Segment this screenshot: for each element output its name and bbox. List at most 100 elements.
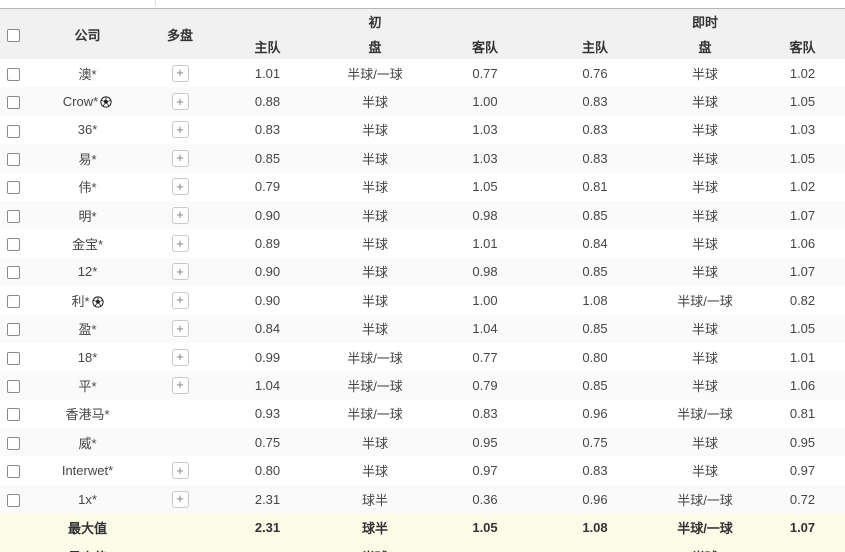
live-home-odds: 0.76 bbox=[540, 59, 650, 87]
row-checkbox[interactable] bbox=[7, 408, 20, 421]
company-cell: 明* bbox=[30, 201, 145, 229]
expand-odds-button[interactable]: + bbox=[172, 121, 189, 138]
initial-handicap: 半球 bbox=[320, 116, 430, 144]
row-checkbox-cell bbox=[0, 400, 30, 428]
company-name[interactable]: 威* bbox=[78, 433, 96, 452]
company-name[interactable]: 36* bbox=[78, 122, 98, 137]
live-away-odds: 0.72 bbox=[760, 485, 845, 513]
row-checkbox[interactable] bbox=[7, 181, 20, 194]
initial-home-odds bbox=[215, 542, 320, 552]
row-checkbox[interactable] bbox=[7, 295, 20, 308]
live-away-odds: 0.81 bbox=[760, 400, 845, 428]
live-home-odds: 0.85 bbox=[540, 258, 650, 286]
header-spacer bbox=[430, 9, 540, 35]
live-home-odds: 0.83 bbox=[540, 456, 650, 484]
live-handicap: 半球 bbox=[650, 144, 760, 172]
expand-odds-button[interactable]: + bbox=[172, 93, 189, 110]
initial-away-odds: 0.83 bbox=[430, 400, 540, 428]
initial-home-odds: 0.84 bbox=[215, 315, 320, 343]
row-checkbox[interactable] bbox=[7, 68, 20, 81]
live-away-odds: 1.05 bbox=[760, 315, 845, 343]
row-checkbox[interactable] bbox=[7, 96, 20, 109]
live-away-odds: 1.05 bbox=[760, 87, 845, 115]
summary-empty-cell bbox=[0, 513, 30, 542]
column-header-multi-odds: 多盘 bbox=[145, 9, 215, 60]
company-name[interactable]: 18* bbox=[78, 350, 98, 365]
company-name[interactable]: 金宝* bbox=[72, 234, 103, 253]
company-cell: 12* bbox=[30, 258, 145, 286]
multi-odds-cell: + bbox=[145, 87, 215, 115]
row-checkbox[interactable] bbox=[7, 266, 20, 279]
row-checkbox[interactable] bbox=[7, 437, 20, 450]
expand-odds-button[interactable]: + bbox=[172, 320, 189, 337]
live-home-odds: 0.96 bbox=[540, 485, 650, 513]
expand-odds-button[interactable]: + bbox=[172, 462, 189, 479]
live-away-odds: 1.06 bbox=[760, 371, 845, 399]
live-away-odds bbox=[760, 542, 845, 552]
expand-odds-button[interactable]: + bbox=[172, 263, 189, 280]
expand-odds-button[interactable]: + bbox=[172, 235, 189, 252]
row-checkbox[interactable] bbox=[7, 238, 20, 251]
company-name[interactable]: 利* bbox=[71, 291, 89, 310]
summary-row: 最大值 2.31 球半 1.05 1.08 半球/一球 1.07 bbox=[0, 513, 845, 542]
expand-odds-button[interactable]: + bbox=[172, 292, 189, 309]
company-name[interactable]: Crow* bbox=[63, 94, 98, 109]
row-checkbox[interactable] bbox=[7, 494, 20, 507]
summary-label: 最小值 bbox=[30, 542, 145, 552]
row-checkbox[interactable] bbox=[7, 352, 20, 365]
soccer-icon bbox=[92, 296, 104, 308]
company-cell: Interwet* bbox=[30, 456, 145, 484]
company-name[interactable]: 平* bbox=[78, 376, 96, 395]
plus-icon: + bbox=[176, 65, 184, 80]
row-checkbox[interactable] bbox=[7, 323, 20, 336]
live-home-odds: 0.85 bbox=[540, 315, 650, 343]
initial-away-odds: 1.03 bbox=[430, 116, 540, 144]
company-cell: 1x* bbox=[30, 485, 145, 513]
summary-label: 最大值 bbox=[30, 513, 145, 542]
live-away-odds: 0.97 bbox=[760, 456, 845, 484]
company-name[interactable]: 1x* bbox=[78, 492, 97, 507]
company-name[interactable]: 明* bbox=[78, 206, 96, 225]
row-checkbox[interactable] bbox=[7, 210, 20, 223]
table-row: 12* + 0.90 半球 0.98 0.85 半球 1.07 bbox=[0, 258, 845, 286]
row-checkbox[interactable] bbox=[7, 465, 20, 478]
expand-odds-button[interactable]: + bbox=[172, 178, 189, 195]
expand-odds-button[interactable]: + bbox=[172, 150, 189, 167]
company-name[interactable]: 盈* bbox=[78, 319, 96, 338]
expand-odds-button[interactable]: + bbox=[172, 377, 189, 394]
initial-home-odds: 0.99 bbox=[215, 343, 320, 371]
company-name[interactable]: 伟* bbox=[78, 177, 96, 196]
table-row: 36* + 0.83 半球 1.03 0.83 半球 1.03 bbox=[0, 116, 845, 144]
initial-home-odds: 0.83 bbox=[215, 116, 320, 144]
expand-odds-button[interactable]: + bbox=[172, 207, 189, 224]
row-checkbox[interactable] bbox=[7, 153, 20, 166]
initial-away-odds: 1.00 bbox=[430, 87, 540, 115]
initial-handicap: 半球/一球 bbox=[320, 343, 430, 371]
initial-away-odds: 0.95 bbox=[430, 428, 540, 456]
live-away-odds: 1.07 bbox=[760, 201, 845, 229]
live-handicap: 半球 bbox=[650, 173, 760, 201]
soccer-icon bbox=[100, 96, 112, 108]
column-header-initial-away: 客队 bbox=[430, 34, 540, 59]
live-home-odds: 0.80 bbox=[540, 343, 650, 371]
multi-odds-cell: + bbox=[145, 286, 215, 314]
company-cell: 盈* bbox=[30, 315, 145, 343]
company-name[interactable]: Interwet* bbox=[62, 463, 113, 478]
row-checkbox-cell bbox=[0, 87, 30, 115]
company-name[interactable]: 澳* bbox=[78, 64, 96, 83]
company-name[interactable]: 香港马* bbox=[65, 404, 109, 423]
row-checkbox-cell bbox=[0, 116, 30, 144]
row-checkbox[interactable] bbox=[7, 125, 20, 138]
select-all-checkbox[interactable] bbox=[7, 29, 20, 42]
company-name[interactable]: 易* bbox=[78, 149, 96, 168]
expand-odds-button[interactable]: + bbox=[172, 349, 189, 366]
live-away-odds: 1.01 bbox=[760, 343, 845, 371]
company-name[interactable]: 12* bbox=[78, 264, 98, 279]
initial-handicap: 半球 bbox=[320, 286, 430, 314]
initial-away-odds: 1.00 bbox=[430, 286, 540, 314]
initial-away-odds: 1.04 bbox=[430, 315, 540, 343]
expand-odds-button[interactable]: + bbox=[172, 491, 189, 508]
initial-handicap: 半球/一球 bbox=[320, 371, 430, 399]
row-checkbox[interactable] bbox=[7, 380, 20, 393]
expand-odds-button[interactable]: + bbox=[172, 65, 189, 82]
